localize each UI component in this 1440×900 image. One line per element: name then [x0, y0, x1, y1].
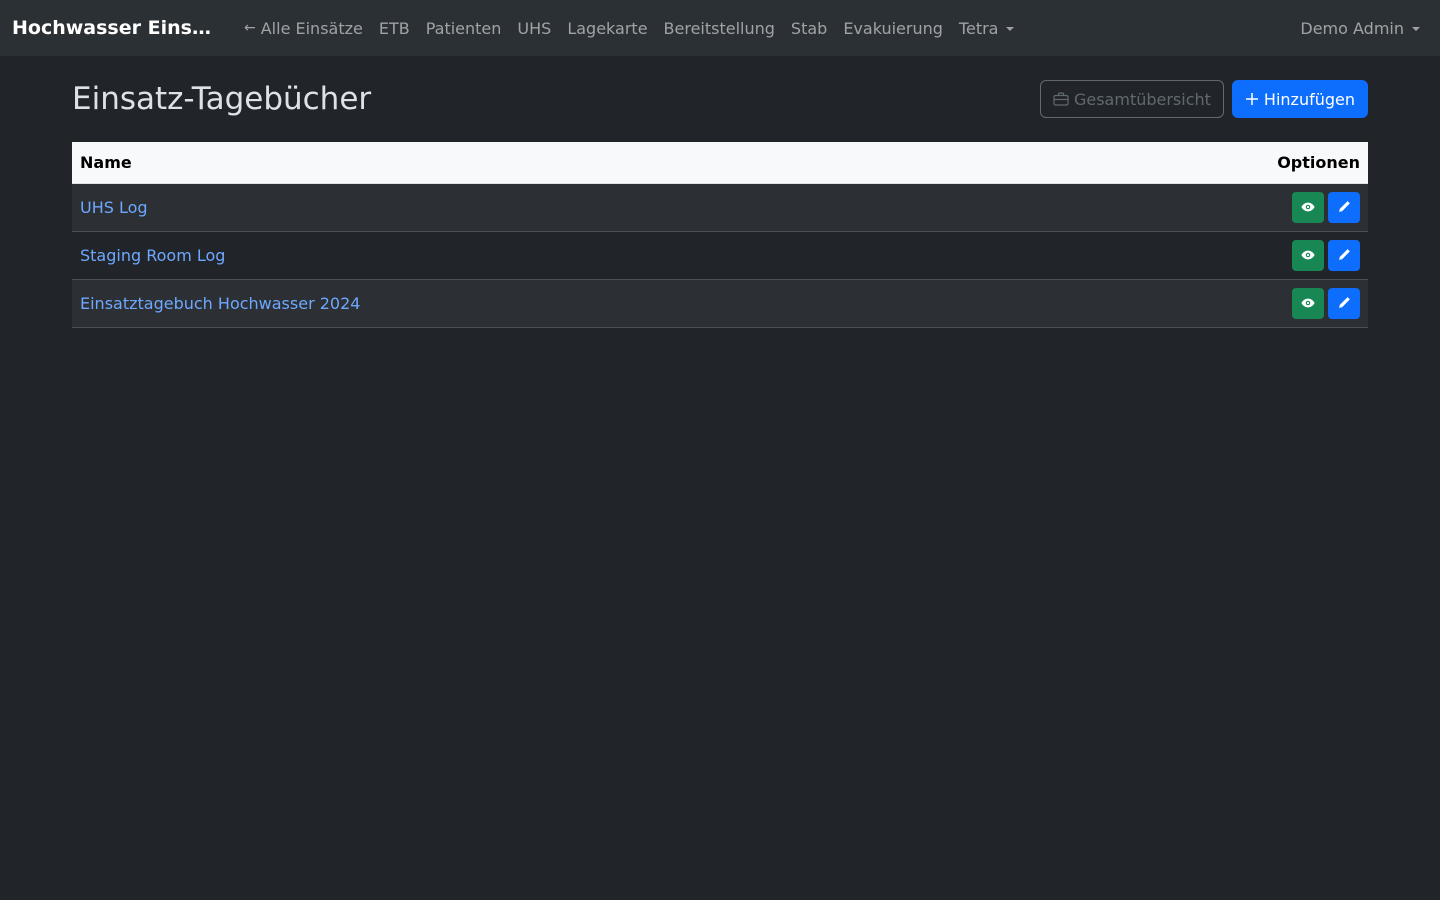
table-cell-name: UHS Log	[72, 183, 1044, 232]
nav-link-label: Patienten	[425, 18, 502, 38]
eye-icon	[1301, 250, 1315, 260]
nav-link-label: Bereitstellung	[663, 18, 775, 38]
edit-button[interactable]	[1328, 287, 1360, 319]
nav-link-label: Lagekarte	[567, 18, 648, 38]
nav-link-alle-einsaetze[interactable]: ← Alle Einsätze	[236, 11, 371, 46]
logbook-table: Name Optionen UHS Log Staging Room Log E…	[72, 142, 1368, 328]
table-row: Einsatztagebuch Hochwasser 2024	[72, 279, 1368, 328]
logbook-link[interactable]: Einsatztagebuch Hochwasser 2024	[80, 294, 360, 313]
logbook-link[interactable]: UHS Log	[80, 198, 148, 217]
table-cell-options	[1044, 279, 1368, 328]
eye-icon	[1301, 202, 1315, 212]
column-header-options: Optionen	[1044, 142, 1368, 184]
row-actions	[1292, 239, 1360, 271]
caret-down-icon	[1006, 27, 1015, 31]
nav-link-label: Evakuierung	[843, 18, 943, 38]
table-cell-options	[1044, 231, 1368, 280]
nav-link-lagekarte[interactable]: Lagekarte	[559, 11, 655, 46]
view-button[interactable]	[1292, 239, 1324, 271]
nav-link-evakuierung[interactable]: Evakuierung	[835, 11, 951, 46]
nav-link-label: UHS	[517, 18, 552, 38]
nav-link-patienten[interactable]: Patienten	[418, 11, 510, 46]
caret-down-icon	[1412, 27, 1420, 31]
user-menu-dropdown[interactable]: Demo Admin	[1292, 11, 1428, 46]
edit-button[interactable]	[1328, 239, 1360, 271]
navbar: Hochwasser Einsatz 2024 ← Alle Einsätze …	[0, 0, 1440, 56]
pencil-icon	[1339, 297, 1350, 308]
table-cell-options	[1044, 183, 1368, 232]
user-name: Demo Admin	[1300, 18, 1404, 38]
add-button[interactable]: Hinzufügen	[1231, 80, 1368, 118]
view-button[interactable]	[1292, 191, 1324, 223]
navbar-brand[interactable]: Hochwasser Einsatz 2024	[12, 17, 216, 39]
table-row: Staging Room Log	[72, 231, 1368, 280]
page-title: Einsatz-Tagebücher	[72, 81, 372, 117]
nav-dropdown-tetra[interactable]: Tetra	[951, 11, 1023, 46]
header-actions: Gesamtübersicht Hinzufügen	[1039, 80, 1368, 118]
nav-link-bereitstellung[interactable]: Bereitstellung	[656, 11, 783, 46]
main-content: Einsatz-Tagebücher Gesamtübersicht Hinzu…	[72, 56, 1368, 328]
column-header-name: Name	[72, 142, 1044, 184]
add-button-label: Hinzufügen	[1263, 89, 1355, 109]
table-header-row: Name Optionen	[72, 142, 1368, 184]
nav-link-label: Alle Einsätze	[260, 18, 363, 38]
plus-icon	[1245, 92, 1259, 106]
overview-button-label: Gesamtübersicht	[1073, 89, 1211, 109]
nav-link-stab[interactable]: Stab	[783, 11, 835, 46]
edit-button[interactable]	[1328, 191, 1360, 223]
table-cell-name: Staging Room Log	[72, 231, 1044, 280]
nav-link-label: Stab	[790, 18, 828, 38]
nav-links: ← Alle Einsätze ETB Patienten UHS Lageka…	[236, 11, 1292, 46]
page-header: Einsatz-Tagebücher Gesamtübersicht Hinzu…	[72, 80, 1368, 118]
row-actions	[1292, 191, 1360, 223]
pencil-icon	[1339, 249, 1350, 260]
eye-icon	[1301, 298, 1315, 308]
arrow-left-icon: ←	[244, 20, 256, 36]
view-button[interactable]	[1292, 287, 1324, 319]
table-row: UHS Log	[72, 183, 1368, 232]
row-actions	[1292, 287, 1360, 319]
nav-link-label: Tetra	[958, 18, 999, 38]
nav-link-label: ETB	[378, 18, 410, 38]
pencil-icon	[1339, 201, 1350, 212]
logbook-link[interactable]: Staging Room Log	[80, 246, 225, 265]
nav-link-uhs[interactable]: UHS	[509, 11, 559, 46]
overview-button[interactable]: Gesamtübersicht	[1039, 80, 1224, 118]
nav-link-etb[interactable]: ETB	[371, 11, 418, 46]
briefcase-icon	[1053, 91, 1069, 107]
table-cell-name: Einsatztagebuch Hochwasser 2024	[72, 279, 1044, 328]
